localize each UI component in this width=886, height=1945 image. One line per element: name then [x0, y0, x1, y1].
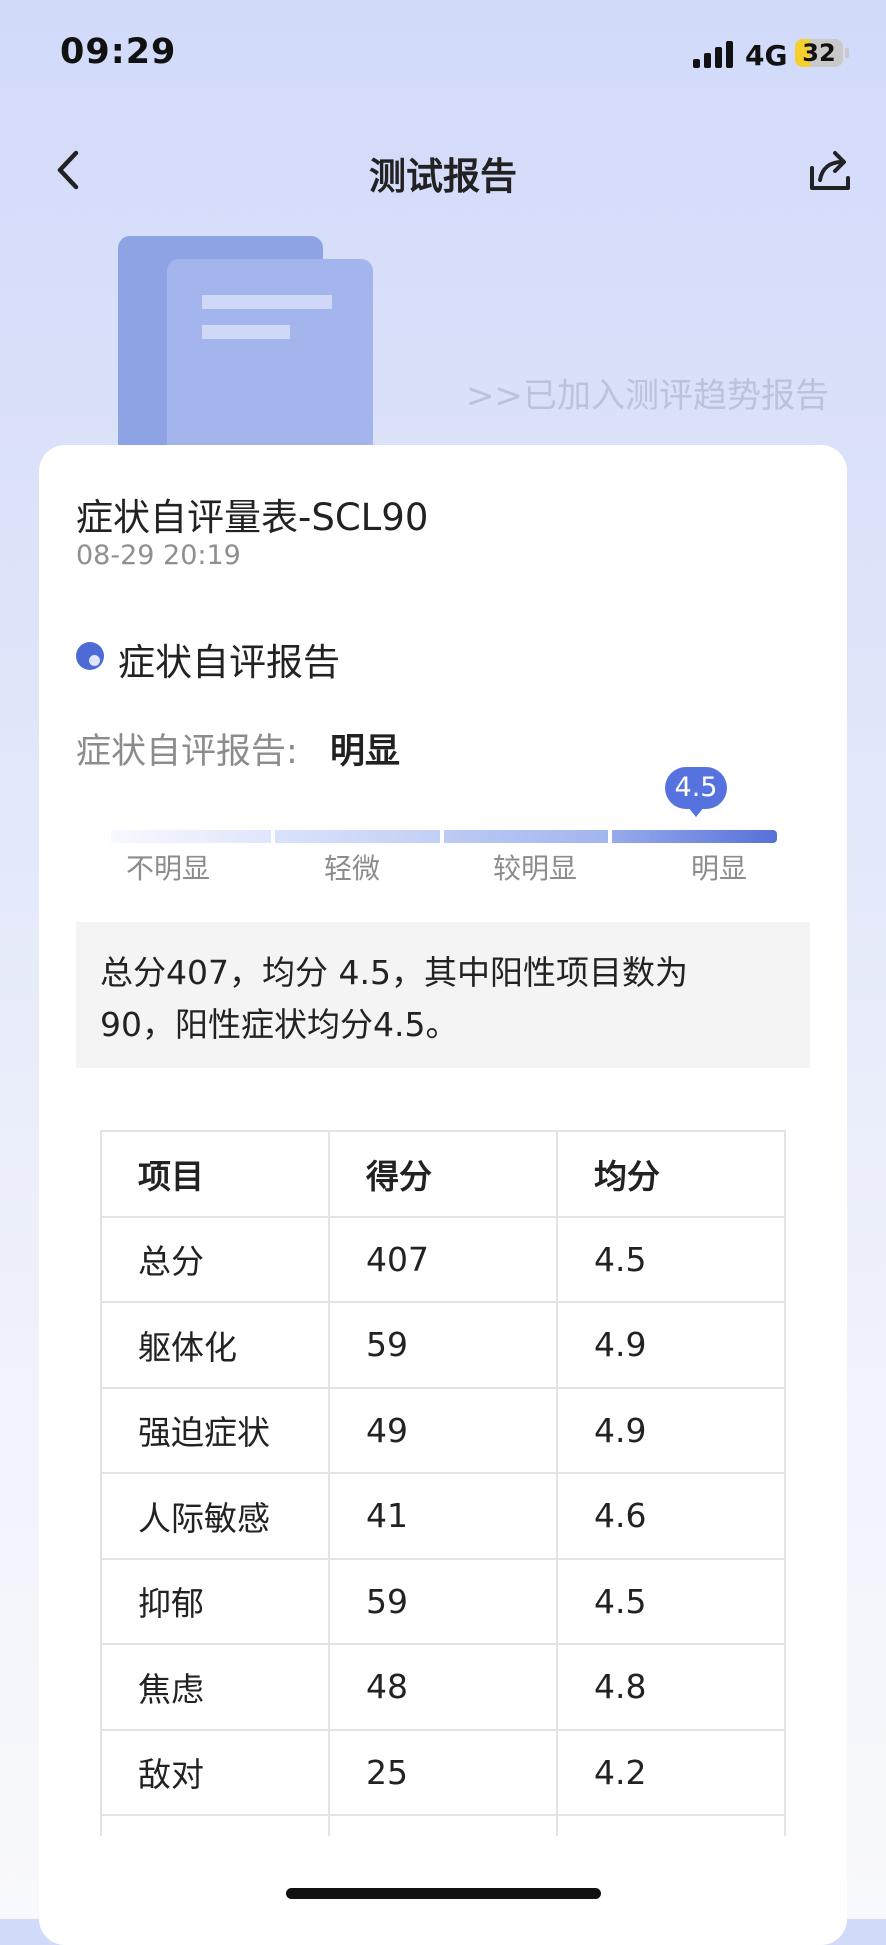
table-cell: 4.2 [556, 1728, 786, 1816]
gauge-label: 不明显 [125, 852, 210, 885]
table-cell: 焦虑 [100, 1643, 330, 1731]
table-cell: 4.5 [556, 1215, 786, 1303]
table-cell: 41 [328, 1472, 558, 1560]
report-date: 08-29 20:19 [76, 540, 241, 571]
table-cell: 躯体化 [100, 1301, 330, 1389]
table-header-row: 项目 得分 均分 [100, 1130, 786, 1218]
gauge-segment [612, 830, 777, 843]
table-header: 项目 [100, 1130, 330, 1218]
table-cell [100, 1814, 330, 1836]
signal-icon [693, 40, 737, 68]
battery-level: 32 [802, 39, 836, 67]
table-cell: 敌对 [100, 1728, 330, 1816]
score-table: 项目 得分 均分 总分 407 4.5 躯体化 59 4.9 强迫症状 49 4… [100, 1130, 786, 1836]
table-cell: 4.9 [556, 1301, 786, 1389]
table-row: 人际敏感 41 4.6 [100, 1472, 786, 1560]
table-cell: 抑郁 [100, 1557, 330, 1645]
table-cell: 4.6 [556, 1472, 786, 1560]
share-button[interactable] [808, 148, 852, 192]
table-cell: 人际敏感 [100, 1472, 330, 1560]
table-row: 强迫症状 49 4.9 [100, 1386, 786, 1474]
section-bullet-inner [89, 655, 100, 666]
gauge-label: 较明显 [492, 852, 577, 885]
status-time: 09:29 [60, 32, 177, 72]
document-line [202, 295, 332, 309]
share-icon [810, 151, 850, 190]
battery-icon: 32 [795, 39, 843, 67]
table-cell: 49 [328, 1386, 558, 1474]
gauge-label: 轻微 [323, 852, 380, 885]
score-marker-pointer [687, 806, 705, 817]
table-cell: 总分 [100, 1215, 330, 1303]
table-cell: 25 [328, 1728, 558, 1816]
score-marker: 4.5 [665, 767, 727, 809]
document-illustration [167, 259, 373, 459]
home-indicator[interactable] [286, 1888, 601, 1899]
table-row: 躯体化 59 4.9 [100, 1301, 786, 1389]
table-cell: 4.5 [556, 1557, 786, 1645]
table-header: 得分 [328, 1130, 558, 1218]
table-cell [556, 1814, 786, 1836]
table-cell [328, 1814, 558, 1836]
gauge-label: 明显 [690, 852, 747, 885]
gauge-segment [111, 830, 271, 843]
section-title: 症状自评报告 [118, 641, 340, 684]
table-row-partial [100, 1814, 786, 1836]
result-label: 症状自评报告: [76, 732, 298, 772]
table-cell: 4.8 [556, 1643, 786, 1731]
table-row: 敌对 25 4.2 [100, 1728, 786, 1816]
table-cell: 59 [328, 1557, 558, 1645]
result-value: 明显 [330, 732, 401, 772]
table-row: 总分 407 4.5 [100, 1215, 786, 1303]
table-cell: 407 [328, 1215, 558, 1303]
table-cell: 强迫症状 [100, 1386, 330, 1474]
gauge-segment [275, 830, 440, 843]
table-row: 抑郁 59 4.5 [100, 1557, 786, 1645]
battery-nub [845, 48, 849, 58]
network-type: 4G [745, 39, 788, 72]
table-cell: 48 [328, 1643, 558, 1731]
table-row: 焦虑 48 4.8 [100, 1643, 786, 1731]
document-line [202, 325, 290, 339]
scale-name: 症状自评量表-SCL90 [76, 496, 429, 539]
table-header: 均分 [556, 1130, 786, 1218]
trend-report-link[interactable]: >>已加入测评趋势报告 [466, 368, 829, 417]
gauge-segment [444, 830, 608, 843]
table-cell: 4.9 [556, 1386, 786, 1474]
table-cell: 59 [328, 1301, 558, 1389]
summary-text: 总分407，均分 4.5，其中阳性项目数为90，阳性症状均分4.5。 [100, 953, 688, 1044]
page-title: 测试报告 [369, 155, 517, 198]
